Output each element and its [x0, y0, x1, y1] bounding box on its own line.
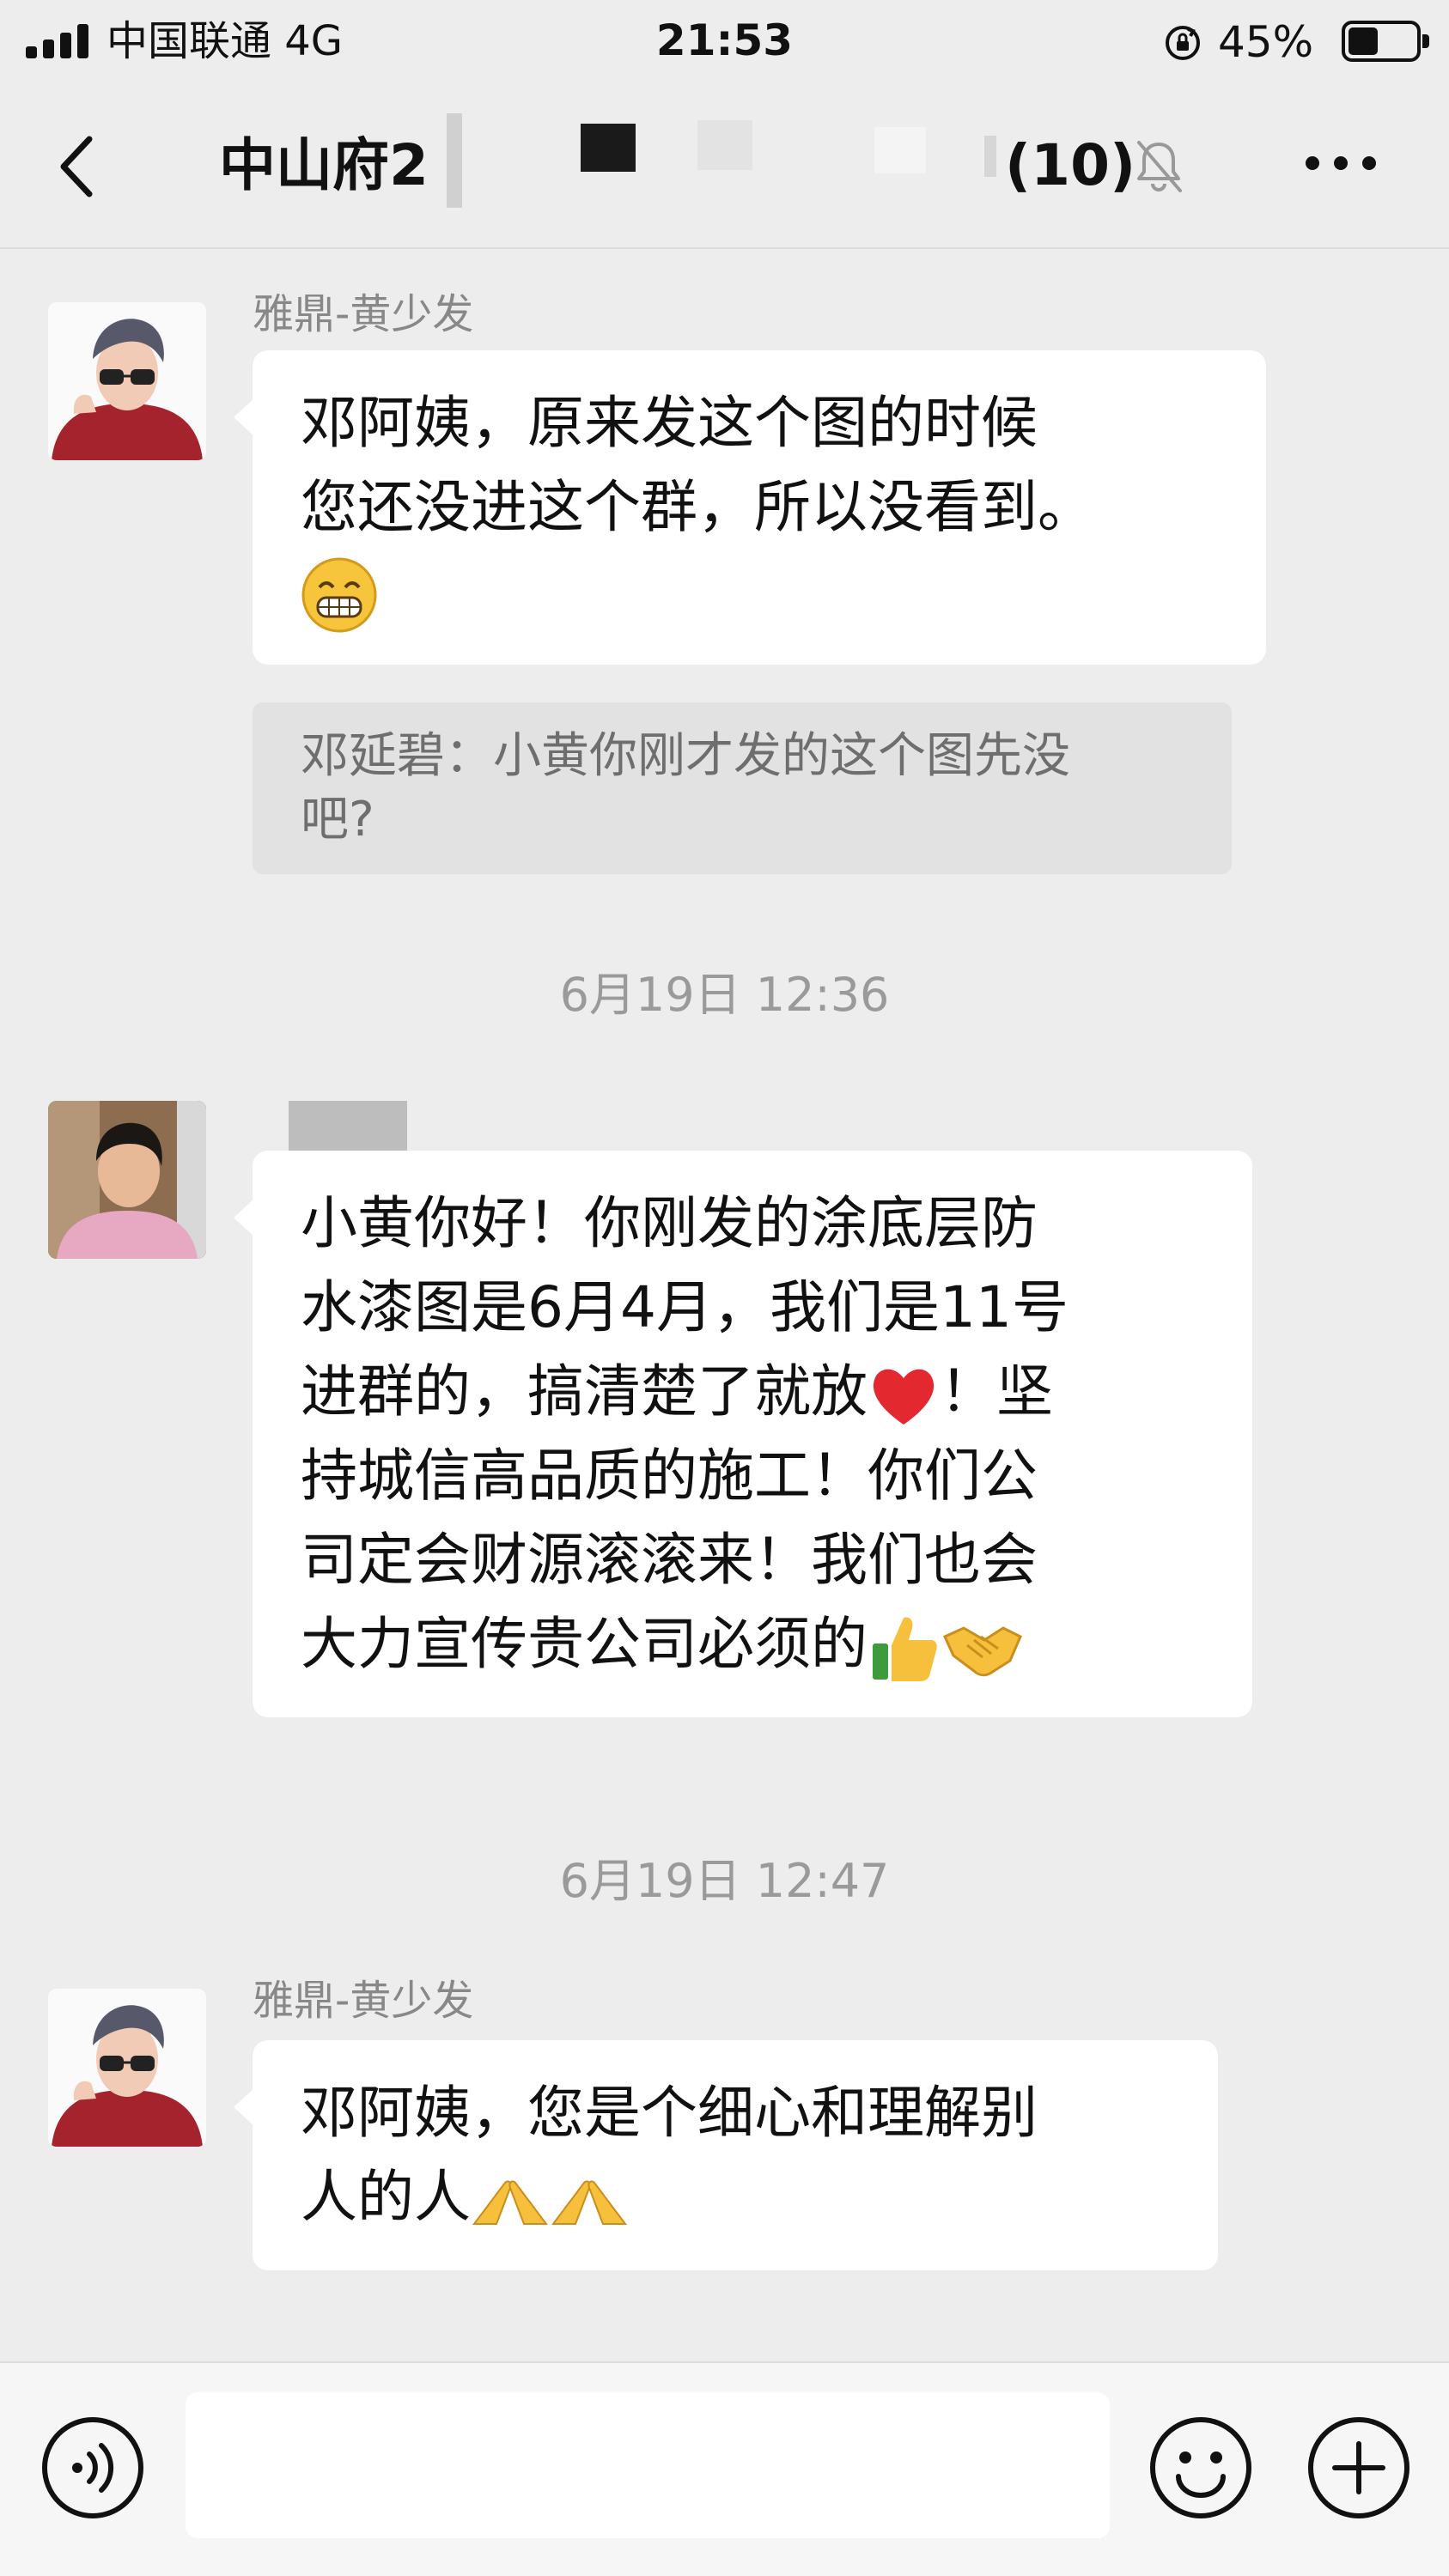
voice-icon[interactable]: [40, 2415, 146, 2521]
message-line: 持城信高品质的施工！你们公: [301, 1443, 1038, 1509]
message-line: 进群的，搞清楚了就放: [301, 1358, 868, 1425]
avatar[interactable]: [48, 302, 206, 460]
redaction-block: [447, 113, 462, 208]
message-line: ！坚: [940, 1358, 1053, 1425]
redaction-block: [581, 124, 636, 172]
message-input[interactable]: [186, 2392, 1110, 2538]
quote-line: 邓延碧：小黄你刚才发的这个图先没: [301, 728, 1070, 784]
folded-hands-emoji-icon: [472, 2180, 548, 2225]
chevron-left-icon[interactable]: [52, 132, 103, 201]
timestamp: 6月19日 12:36: [559, 968, 890, 1022]
quote-line: 吧?: [301, 792, 374, 848]
input-bar: [0, 2361, 1449, 2576]
quoted-message[interactable]: 邓延碧：小黄你刚才发的这个图先没 吧?: [253, 702, 1232, 874]
timestamp: 6月19日 12:47: [559, 1854, 890, 1908]
message-line: 您还没进这个群，所以没看到。: [301, 474, 1094, 540]
grinning-face-emoji-icon: [301, 557, 377, 633]
avatar[interactable]: [48, 1101, 206, 1259]
thumbs-up-emoji-icon: [873, 1617, 937, 1681]
bell-off-icon: [1137, 141, 1182, 192]
message-line: 司定会财源滚滚来！我们也会: [301, 1527, 1038, 1593]
nav-bar: 中山府2 (10): [0, 82, 1449, 249]
battery-fill: [1349, 27, 1379, 55]
message-line: 邓阿姨，您是个细心和理解别: [301, 2080, 1038, 2146]
ellipsis-icon[interactable]: [1306, 155, 1376, 172]
battery-icon: [1342, 21, 1429, 62]
message-bubble[interactable]: 小黄你好！你刚发的涂底层防 水漆图是6月4月，我们是11号 进群的，搞清楚了就放…: [234, 1151, 1252, 1717]
sender-name: 雅鼎-黄少发: [253, 1977, 474, 2025]
rotation-lock-icon: [1166, 26, 1200, 60]
member-count: (10): [1005, 132, 1136, 198]
message-line: 小黄你好！你刚发的涂底层防: [301, 1190, 1038, 1256]
plus-icon[interactable]: [1306, 2415, 1412, 2521]
message-line: 大力宣传贵公司必须的: [301, 1611, 868, 1677]
redaction-block: [874, 127, 926, 173]
smiley-icon[interactable]: [1148, 2415, 1254, 2521]
message-line: 人的人: [301, 2164, 471, 2230]
sender-name: 雅鼎-黄少发: [253, 290, 474, 338]
battery-percent: 45%: [1218, 17, 1314, 67]
handshake-emoji-icon: [943, 1626, 1022, 1677]
folded-hands-emoji-icon: [551, 2180, 627, 2225]
redaction-block: [697, 120, 752, 170]
message-bubble[interactable]: 邓阿姨，原来发这个图的时候 您还没进这个群，所以没看到。: [234, 350, 1266, 665]
message-line: 水漆图是6月4月，我们是11号: [301, 1274, 1068, 1340]
message-bubble[interactable]: 邓阿姨，您是个细心和理解别 人的人: [234, 2040, 1218, 2270]
red-heart-emoji-icon: [873, 1369, 935, 1425]
status-bar: 中国联通 4G 21:53 45%: [0, 0, 1449, 82]
redaction-block: [984, 136, 996, 177]
avatar[interactable]: [48, 1989, 206, 2147]
chat-title: 中山府2: [219, 132, 429, 198]
message-line: 邓阿姨，原来发这个图的时候: [301, 390, 1038, 456]
